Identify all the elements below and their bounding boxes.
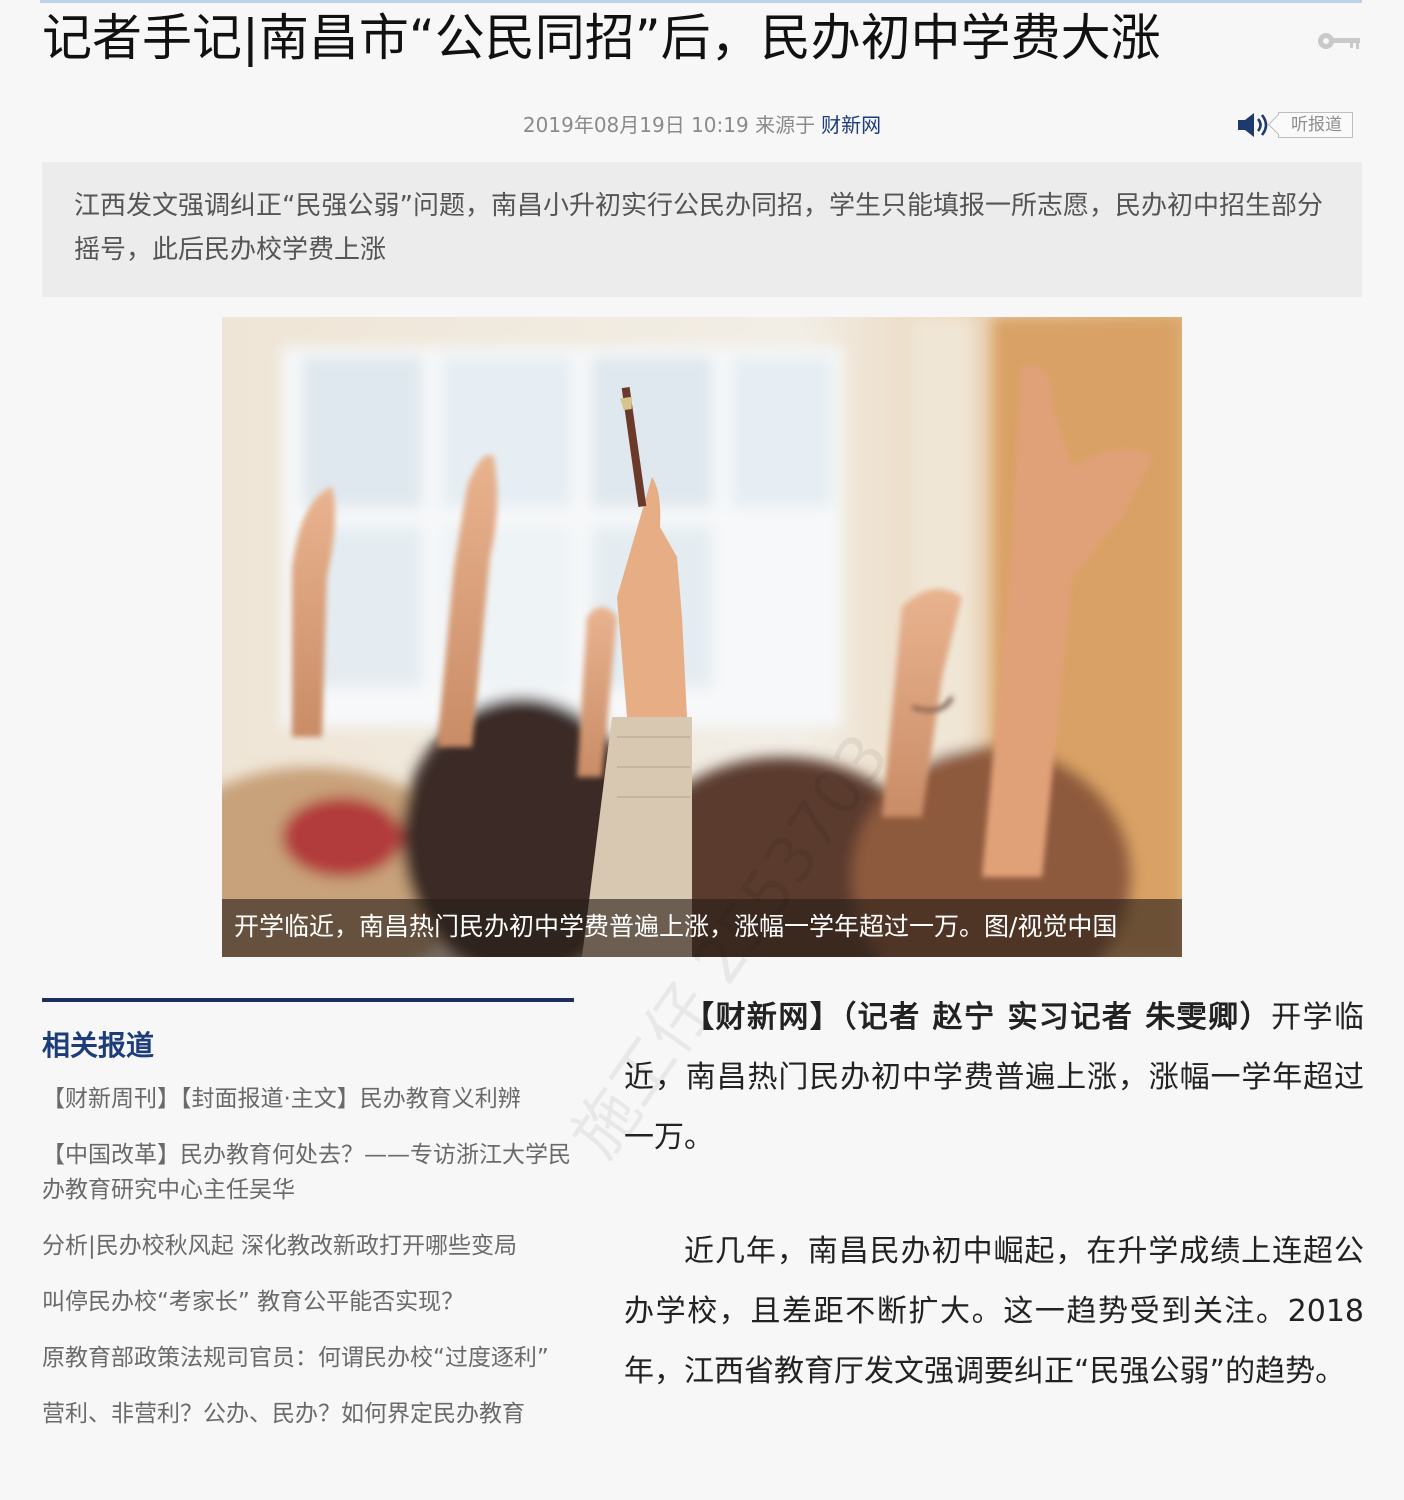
article-lead: 【财新网】（记者 赵宁 实习记者 朱雯卿） bbox=[684, 1000, 1272, 1035]
article-photo: 开学临近，南昌热门民办初中学费普遍上涨，涨幅一学年超过一万。图/视觉中国 bbox=[222, 317, 1182, 957]
publish-date: 2019年08月19日 10:19 来源于 bbox=[522, 113, 816, 137]
article-body: 【财新网】（记者 赵宁 实习记者 朱雯卿）开学临近，南昌热门民办初中学费普遍上涨… bbox=[624, 988, 1364, 1456]
related-link[interactable]: 营利、非营利？公办、民办？如何界定民办教育 bbox=[42, 1397, 574, 1432]
related-reports: 相关报道 【财新周刊】【封面报道·主文】民办教育义利辨 【中国改革】民办教育何处… bbox=[42, 998, 574, 1453]
related-link[interactable]: 【财新周刊】【封面报道·主文】民办教育义利辨 bbox=[42, 1082, 574, 1117]
article-meta: 2019年08月19日 10:19 来源于 财新网 bbox=[0, 110, 1404, 140]
article-paragraph: 【财新网】（记者 赵宁 实习记者 朱雯卿）开学临近，南昌热门民办初中学费普遍上涨… bbox=[624, 988, 1364, 1168]
article-summary: 江西发文强调纠正“民强公弱”问题，南昌小升初实行公民办同招，学生只能填报一所志愿… bbox=[42, 162, 1362, 297]
related-link[interactable]: 【中国改革】民办教育何处去？——专访浙江大学民办教育研究中心主任吴华 bbox=[42, 1138, 574, 1208]
related-link[interactable]: 原教育部政策法规司官员：何谓民办校“过度逐利” bbox=[42, 1341, 574, 1376]
listen-control[interactable]: 听报道 bbox=[1236, 110, 1353, 140]
related-link[interactable]: 叫停民办校“考家长” 教育公平能否实现？ bbox=[42, 1285, 574, 1320]
listen-button[interactable]: 听报道 bbox=[1278, 112, 1353, 138]
summary-text: 江西发文强调纠正“民强公弱”问题，南昌小升初实行公民办同招，学生只能填报一所志愿… bbox=[74, 191, 1323, 265]
article-paragraph: 近几年，南昌民办初中崛起，在升学成绩上连超公办学校，且差距不断扩大。这一趋势受到… bbox=[624, 1234, 1364, 1389]
photo-caption: 开学临近，南昌热门民办初中学费普遍上涨，涨幅一学年超过一万。图/视觉中国 bbox=[222, 899, 1182, 957]
top-divider bbox=[40, 0, 1362, 3]
related-heading: 相关报道 bbox=[42, 1029, 155, 1062]
source-link[interactable]: 财新网 bbox=[821, 113, 881, 137]
key-icon[interactable] bbox=[1316, 26, 1362, 56]
speaker-icon[interactable] bbox=[1236, 110, 1272, 140]
classroom-hands-image bbox=[222, 317, 1182, 957]
article-title: 记者手记|南昌市“公民同招”后，民办初中学费大涨 bbox=[42, 9, 1161, 67]
related-list: 【财新周刊】【封面报道·主文】民办教育义利辨 【中国改革】民办教育何处去？——专… bbox=[42, 1082, 574, 1432]
related-link[interactable]: 分析|民办校秋风起 深化教改新政打开哪些变局 bbox=[42, 1229, 574, 1264]
